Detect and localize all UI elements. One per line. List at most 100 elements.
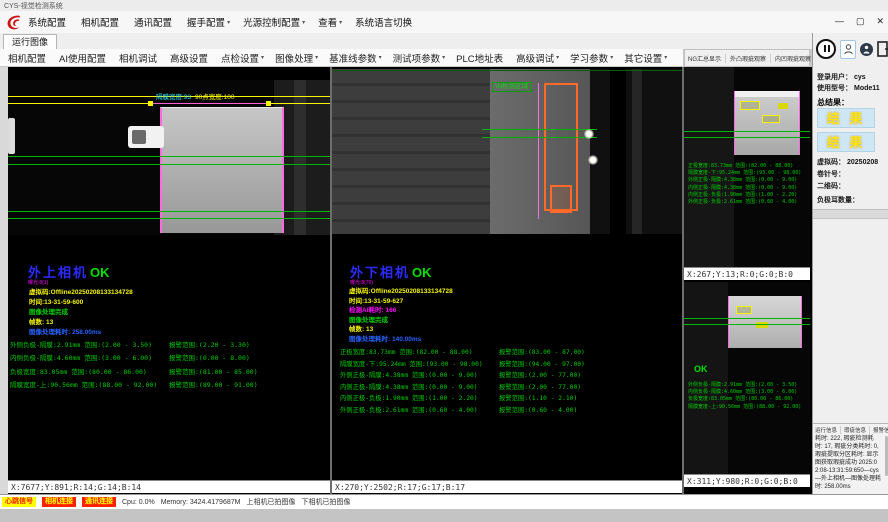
measurement-text: 内侧正极-负极:1.90mm 范围:(1.00 - 2.20) [340, 395, 478, 402]
menu-item-label: 查看 [318, 15, 337, 29]
time-line: 时间:13-31-59-600 [29, 296, 83, 306]
menu-item[interactable]: 系统语言切换 [355, 15, 414, 29]
toolbar-button[interactable]: 高级设置 [170, 51, 210, 65]
sidebar-buttons [816, 39, 888, 59]
close-button[interactable]: ✕ [876, 13, 884, 29]
app-logo-icon [5, 13, 23, 31]
memory-usage: Memory: 3424.4179687M [161, 499, 241, 506]
thumb-view-tab[interactable]: 外凸瑕疵观察 [730, 54, 771, 63]
left-camera-panel: 隔膜宽度:9390点宽度:100 外上相机OK 曝光:8(1) 虚拟码:Offl… [8, 67, 330, 493]
menu-item[interactable]: 相机配置 [81, 15, 121, 29]
measurement-text: 隔膜宽度-上:90.56mm 范围:(88.00 - 92.00) [10, 381, 157, 389]
info-tab[interactable]: 运行信息 [815, 426, 841, 434]
measure-line-green [684, 324, 810, 325]
toolbar-button[interactable]: 相机调试 [119, 51, 159, 65]
toolbar-button[interactable]: 点检设置 ▾ [221, 51, 264, 65]
menu-item[interactable]: 光源控制配置 ▾ [243, 15, 305, 29]
menu-item-label: 系统配置 [28, 15, 66, 29]
measurement-row: 外侧正极-负极:2.61mm 范围:(0.60 - 4.00) 报警范围:(0.… [340, 405, 680, 417]
menu-item[interactable]: 通讯配置 [134, 15, 174, 29]
process-done-line: 图像处理完成 [29, 306, 68, 316]
anode-tab-count-field: 负极耳数量： [817, 195, 861, 205]
menu-item[interactable]: 系统配置 [28, 15, 68, 29]
toolbar-button[interactable]: 相机配置 [8, 51, 48, 65]
user-icon [863, 45, 870, 54]
upper-camera-status: 上相机已拍图像 [246, 497, 295, 507]
info-tab[interactable]: 报警信息 [873, 426, 888, 434]
left-gutter [0, 67, 8, 494]
thumb-measurement-row: 外侧正极-隔膜:4.38mm 范围:(0.00 - 9.00) [688, 177, 801, 184]
overlay-marker [740, 101, 760, 110]
pause-button[interactable] [816, 39, 836, 59]
thumb-view-tab[interactable]: NG汇总显示 [688, 54, 726, 63]
battery-cell-image [160, 107, 284, 233]
measurement-text: 负极宽度:83.05mm 范围:(80.00 - 86.00) [10, 368, 147, 376]
menu-item-label: 相机配置 [81, 15, 119, 29]
thumb-top-image[interactable]: 正极宽度:83.73mm 范围:(82.00 - 88.00)隔膜宽度-下:95… [684, 67, 810, 267]
thumb-bottom-panel: OK 外侧负极-隔膜:2.91mm 范围:(2.00 - 3.50)内侧负极-隔… [684, 282, 810, 487]
overlay-marker [736, 306, 752, 314]
time-line: 时间:13-31-59-627 [349, 295, 403, 305]
toolbar-button-label: 学习参数 [570, 51, 608, 65]
image-overlay-text: 隔膜宽度:9390点宽度:100 [156, 91, 234, 101]
tab-run-image[interactable]: 运行图像 [3, 34, 57, 50]
toolbar-button-label: 图像处理 [275, 51, 313, 65]
thumb-bottom-image[interactable]: OK 外侧负极-隔膜:2.91mm 范围:(2.00 - 3.50)内侧负极-隔… [684, 282, 810, 474]
thumb-view-tab[interactable]: 内凹瑕疵观察 [775, 54, 816, 63]
ai-elapsed-line: 检测AI耗时: 166 [349, 304, 396, 314]
toolbar-button[interactable]: 图像处理 ▾ [275, 51, 318, 65]
pixel-coordinate-bar: X:7677;Y:891;R:14;G:14;B:14 [8, 480, 330, 493]
menu-item-label: 光源控制配置 [243, 15, 300, 29]
measure-line-green [684, 318, 810, 319]
exit-button[interactable] [877, 41, 888, 57]
result-chip: 结 果 [817, 108, 875, 128]
pixel-coordinate-bar: X:270;Y:2502;R:17;G:17;B:17 [332, 480, 682, 493]
alarm-range-text: 报警范围:(0.60 - 4.00) [499, 405, 577, 414]
comm-connect-badge: 通讯连接 [82, 497, 116, 507]
ai-region-label: AI检测区域 [492, 82, 532, 92]
alarm-range-text: 报警范围:(83.00 - 87.00) [499, 347, 585, 356]
user-dark-button[interactable] [860, 43, 873, 56]
measurement-text: 外侧正极-负极:2.61mm 范围:(0.60 - 4.00) [340, 407, 478, 414]
camera-image-upper[interactable]: 隔膜宽度:9390点宽度:100 [8, 80, 330, 235]
maximize-button[interactable]: ▢ [856, 13, 865, 29]
menu-item-label: 握手配置 [187, 15, 225, 29]
toolbar-button[interactable]: 高级调试 ▾ [516, 51, 559, 65]
chevron-down-icon: ▾ [610, 54, 613, 61]
measure-line-green [482, 137, 597, 138]
minimize-button[interactable]: — [835, 13, 844, 29]
chevron-down-icon: ▾ [442, 54, 445, 61]
alarm-range-text: 报警范围:(2.00 - 77.00) [499, 382, 581, 391]
toolbar-button-label: 测试项参数 [393, 51, 441, 65]
toolbar-button-label: AI使用配置 [59, 51, 106, 65]
menu-item[interactable]: 握手配置 ▾ [187, 15, 230, 29]
chevron-down-icon: ▾ [556, 54, 559, 61]
sidebar: 登录用户：cys 使用型号：Mode11 总结果： 结 果 结 果 虚拟码：20… [812, 33, 888, 494]
toolbar-button[interactable]: 基准线参数 ▾ [329, 51, 382, 65]
elapsed-line: 图像处理耗时: 140.00ms [349, 333, 421, 343]
frame-count-line: 帧数: 13 [349, 323, 373, 333]
menu-bar: 系统配置 相机配置 通讯配置 握手配置 ▾ [0, 11, 888, 34]
camera-image-lower[interactable]: AI检测区域 [332, 69, 682, 234]
measurement-row: 隔膜宽度-下:95.24mm 范围:(93.00 - 98.00) 报警范围:(… [340, 359, 680, 371]
menu-items: 系统配置 相机配置 通讯配置 握手配置 ▾ [28, 11, 414, 33]
chevron-down-icon: ▾ [379, 54, 382, 61]
exposure-label: 曝光:8(1) [28, 279, 48, 286]
measurement-text: 正极宽度:83.73mm 范围:(82.00 - 88.00) [340, 349, 473, 356]
chevron-down-icon: ▾ [227, 19, 230, 26]
menu-item[interactable]: 查看 ▾ [318, 15, 342, 29]
toolbar-button[interactable]: 其它设置 ▾ [624, 51, 667, 65]
measure-line-green [8, 218, 330, 219]
toolbar-button[interactable]: 学习参数 ▾ [570, 51, 613, 65]
thumb-measurement-row: 负极宽度:83.05mm 范围:(80.00 - 86.00) [688, 396, 801, 403]
toolbar-button[interactable]: AI使用配置 [59, 51, 108, 65]
elapsed-line: 图像处理耗时: 258.00ms [29, 326, 101, 336]
exit-door-icon [877, 41, 888, 57]
toolbar-button[interactable]: PLC地址表 [456, 51, 505, 65]
user-button[interactable] [840, 40, 856, 59]
measure-line-green [684, 137, 810, 138]
pixel-coordinate-bar: X:267;Y:13;R:0;G:0;B:0 [684, 267, 810, 280]
measurement-row: 内侧负极-隔膜:4.60mm 范围:(3.00 - 6.00) 报警范围:(0.… [10, 352, 328, 365]
toolbar-button[interactable]: 测试项参数 ▾ [393, 51, 446, 65]
info-tab[interactable]: 瑕疵信息 [844, 426, 870, 434]
